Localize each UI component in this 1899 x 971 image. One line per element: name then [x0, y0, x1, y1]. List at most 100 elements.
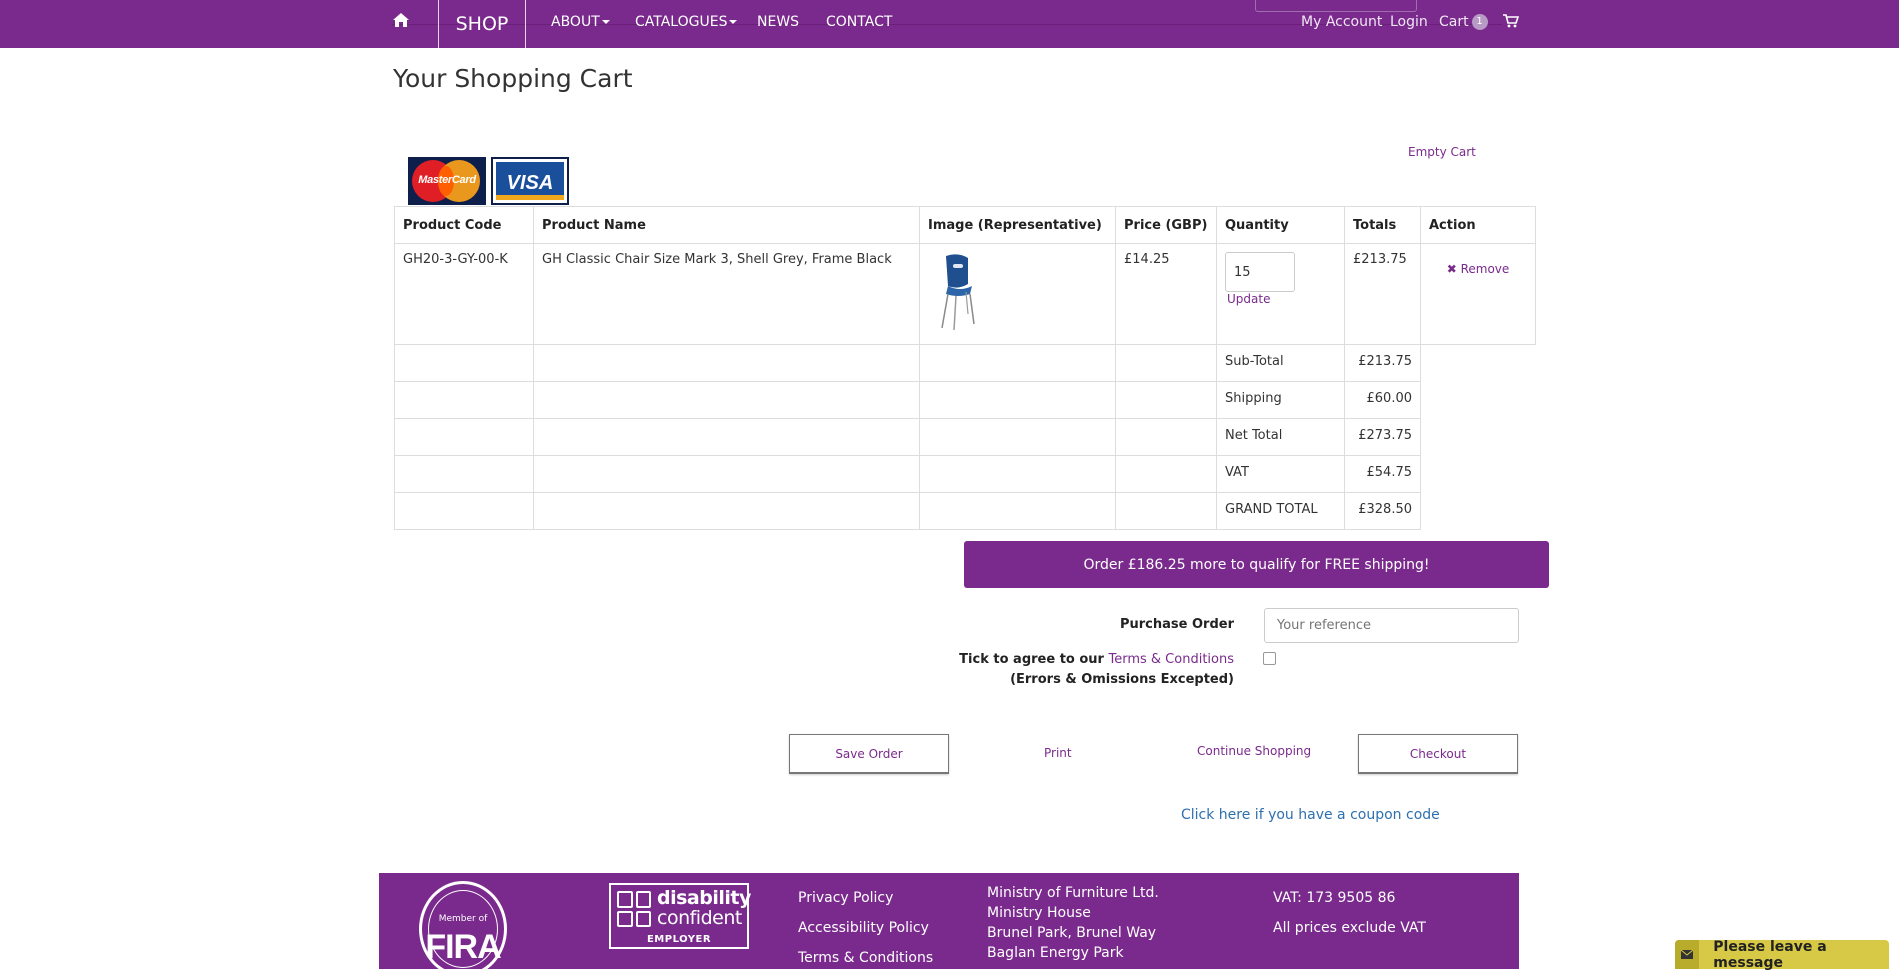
- disability-confident-badge: disability confident EMPLOYER: [609, 883, 751, 949]
- summary-label: Shipping: [1216, 381, 1345, 419]
- payment-card-logos: MasterCard VISA: [408, 157, 569, 206]
- checkout-button[interactable]: Checkout: [1358, 734, 1518, 774]
- address-line: Baglan Energy Park: [987, 945, 1124, 961]
- nav-shop[interactable]: SHOP: [438, 0, 526, 48]
- summary-value: £54.75: [1344, 455, 1421, 493]
- visa-logo: VISA: [491, 157, 569, 205]
- summary-value: £60.00: [1344, 381, 1421, 419]
- summary-label: Net Total: [1216, 418, 1345, 456]
- column-header: Image (Representative): [919, 206, 1116, 244]
- chair-product-image[interactable]: [928, 252, 988, 332]
- column-header: Totals: [1344, 206, 1421, 244]
- column-header: Product Code: [394, 206, 534, 244]
- nav-login[interactable]: Login: [1390, 14, 1428, 30]
- product-price: £14.25: [1115, 243, 1217, 345]
- caret-down-icon: [729, 20, 738, 24]
- summary-row-shipping: Shipping £60.00: [394, 381, 1536, 419]
- remove-item-link[interactable]: ✖ Remove: [1447, 262, 1510, 276]
- shopping-cart-icon[interactable]: [1503, 14, 1520, 30]
- mastercard-logo: MasterCard: [408, 157, 486, 205]
- empty-cart-link[interactable]: Empty Cart: [1408, 145, 1476, 159]
- fira-member-label: Member of: [438, 914, 488, 924]
- fira-wordmark: FIRA: [425, 928, 501, 966]
- save-order-button[interactable]: Save Order: [789, 734, 949, 774]
- footer: Member of FIRA disability confident EMPL…: [379, 873, 1519, 969]
- product-code: GH20-3-GY-00-K: [394, 243, 534, 345]
- column-header: Price (GBP): [1115, 206, 1217, 244]
- summary-row-vat: VAT £54.75: [394, 455, 1536, 493]
- envelope-icon: [1675, 940, 1700, 969]
- accessibility-icons: [617, 891, 651, 927]
- vat-note: All prices exclude VAT: [1273, 920, 1426, 936]
- footer-vat: VAT: 173 9505 86 All prices exclude VAT: [1273, 883, 1426, 943]
- mastercard-wordmark: MasterCard: [418, 174, 476, 186]
- update-quantity-link[interactable]: Update: [1227, 292, 1270, 306]
- chat-widget-button[interactable]: Please leave a message: [1675, 938, 1889, 971]
- dc-line3: EMPLOYER: [646, 934, 712, 945]
- purchase-order-input[interactable]: [1264, 608, 1519, 643]
- summary-value: £328.50: [1344, 492, 1421, 530]
- terms-conditions-link[interactable]: Terms & Conditions: [798, 943, 933, 969]
- quantity-cell: Update: [1216, 243, 1345, 345]
- nav-cart[interactable]: Cart 1: [1439, 14, 1488, 30]
- visa-wordmark: VISA: [506, 171, 554, 194]
- remove-item-label: Remove: [1460, 262, 1510, 276]
- purchase-order-label: Purchase Order: [1119, 617, 1234, 632]
- accessibility-policy-link[interactable]: Accessibility Policy: [798, 913, 933, 943]
- address-line: Brunel Park, Brunel Way: [987, 925, 1157, 941]
- free-shipping-banner: Order £186.25 more to qualify for FREE s…: [964, 541, 1549, 588]
- summary-row-grand-total: GRAND TOTAL £328.50: [394, 492, 1536, 530]
- product-image-cell: [919, 243, 1116, 345]
- summary-value: £273.75: [1344, 418, 1421, 456]
- cart-table-header-row: Product Code Product Name Image (Represe…: [394, 206, 1536, 244]
- item-total: £213.75: [1344, 243, 1421, 345]
- quantity-input[interactable]: [1225, 252, 1295, 292]
- summary-label: Sub-Total: [1216, 344, 1345, 382]
- vat-number: VAT: 173 9505 86: [1273, 890, 1396, 906]
- nav-my-account[interactable]: My Account: [1301, 14, 1382, 30]
- cart-count-badge: 1: [1471, 14, 1488, 30]
- summary-row-subtotal: Sub-Total £213.75: [394, 344, 1536, 382]
- summary-value: £213.75: [1344, 344, 1421, 382]
- search-input-partial[interactable]: [1255, 0, 1417, 12]
- privacy-policy-link[interactable]: Privacy Policy: [798, 883, 933, 913]
- top-navbar: SHOP ABOUT CATALOGUES NEWS CONTACT My Ac…: [0, 0, 1899, 48]
- address-line: Ministry of Furniture Ltd.: [987, 885, 1159, 901]
- continue-shopping-link[interactable]: Continue Shopping: [1197, 744, 1311, 758]
- terms-prefix: Tick to agree to our: [959, 652, 1104, 667]
- chat-widget-label: Please leave a message: [1713, 938, 1827, 971]
- nav-contact[interactable]: CONTACT: [826, 14, 892, 30]
- nav-catalogues[interactable]: CATALOGUES: [635, 14, 738, 30]
- product-name: GH Classic Chair Size Mark 3, Shell Grey…: [533, 243, 920, 345]
- summary-label: VAT: [1216, 455, 1345, 493]
- address-line: Ministry House: [987, 905, 1091, 921]
- coupon-code-link[interactable]: Click here if you have a coupon code: [1181, 807, 1440, 823]
- terms-checkbox[interactable]: [1263, 652, 1276, 665]
- terms-note: (Errors & Omissions Excepted): [1010, 672, 1234, 687]
- page-title: Your Shopping Cart: [393, 64, 633, 93]
- home-icon[interactable]: [392, 12, 412, 32]
- column-header: Action: [1420, 206, 1536, 244]
- remove-icon: ✖: [1446, 262, 1457, 276]
- dc-line2: confident: [657, 907, 742, 929]
- action-cell: ✖ Remove: [1420, 243, 1536, 345]
- terms-agreement-label: Tick to agree to our Terms & Conditions …: [959, 650, 1234, 690]
- summary-row-net-total: Net Total £273.75: [394, 418, 1536, 456]
- fira-member-badge: Member of FIRA: [419, 881, 507, 969]
- nav-about-label: ABOUT: [551, 14, 600, 30]
- terms-link[interactable]: Terms & Conditions: [1109, 652, 1235, 667]
- print-link[interactable]: Print: [1044, 746, 1072, 760]
- dc-line1: disability: [657, 887, 751, 909]
- nav-news[interactable]: NEWS: [757, 14, 799, 30]
- nav-cart-label: Cart: [1439, 14, 1469, 30]
- column-header: Quantity: [1216, 206, 1345, 244]
- summary-label: GRAND TOTAL: [1216, 492, 1345, 530]
- column-header: Product Name: [533, 206, 920, 244]
- cart-table: Product Code Product Name Image (Represe…: [394, 206, 1536, 530]
- caret-down-icon: [601, 20, 610, 24]
- footer-address: Ministry of Furniture Ltd. Ministry Hous…: [987, 883, 1159, 963]
- cart-item-row: GH20-3-GY-00-K GH Classic Chair Size Mar…: [394, 243, 1536, 345]
- nav-catalogues-label: CATALOGUES: [635, 14, 728, 30]
- nav-about[interactable]: ABOUT: [551, 14, 610, 30]
- footer-links: Privacy Policy Accessibility Policy Term…: [798, 883, 933, 969]
